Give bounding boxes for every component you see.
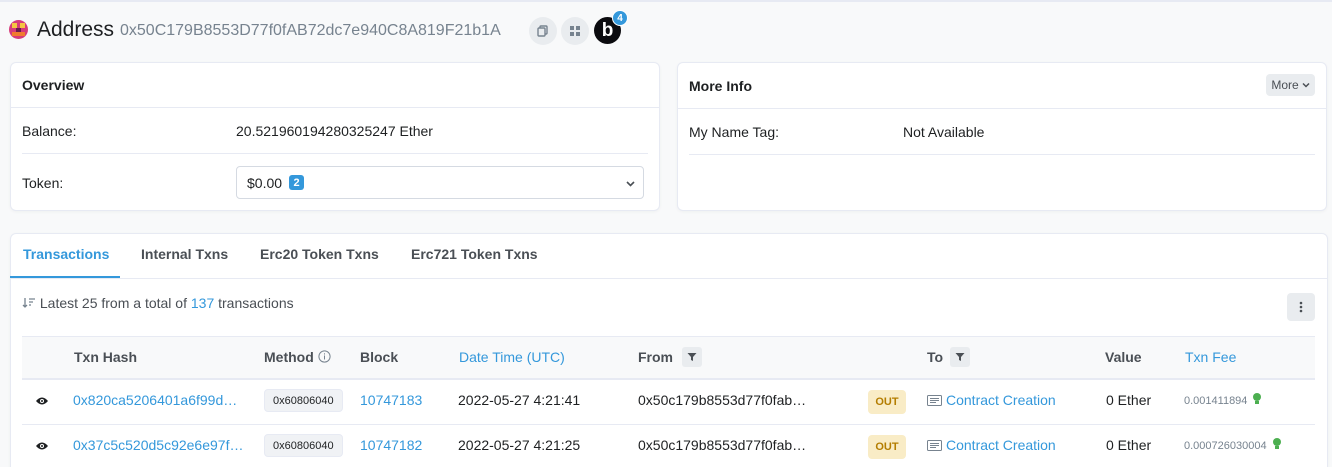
top-border (0, 0, 1332, 2)
balance-value: 20.521960194280325247 Ether (236, 123, 433, 139)
filter-icon (955, 353, 965, 361)
overview-title: Overview (22, 77, 85, 93)
transactions-summary: Latest 25 from a total of 137 transactio… (22, 295, 294, 311)
kebab-menu-icon (1299, 301, 1303, 313)
tab-erc721-token-txns[interactable]: Erc721 Token Txns (411, 246, 538, 262)
notification-count-badge: 4 (612, 10, 628, 26)
eye-icon (36, 442, 48, 450)
chevron-down-icon (626, 181, 635, 187)
token-label: Token: (22, 175, 64, 191)
tab-transactions[interactable]: Transactions (23, 246, 109, 262)
overview-row-divider (22, 153, 648, 154)
more-button-label: More (1271, 78, 1299, 92)
column-to: To (927, 349, 944, 365)
blockscan-letter: b (601, 19, 614, 41)
more-dropdown-button[interactable]: More (1266, 74, 1315, 96)
filter-icon (687, 353, 697, 361)
summary-suffix: transactions (218, 295, 294, 311)
address-avatar-icon (9, 20, 28, 39)
eye-icon (36, 397, 48, 405)
txn-value: 0 Ether (1106, 437, 1152, 453)
lightbulb-icon (1273, 438, 1281, 449)
summary-prefix: Latest 25 from a total of (39, 295, 187, 311)
sort-descending-icon (22, 298, 35, 308)
name-tag-value: Not Available (903, 124, 985, 140)
more-info-row-divider (689, 154, 1315, 155)
token-holdings-dropdown[interactable]: $0.00 2 (236, 166, 644, 199)
contract-icon (927, 395, 942, 406)
block-link[interactable]: 10747183 (360, 392, 422, 408)
txn-fee: 0.000726030004 (1184, 440, 1267, 452)
tabs-divider (11, 278, 1327, 279)
from-address: 0x50c179b8553d77f0fab… (638, 392, 807, 408)
column-block: Block (360, 349, 399, 365)
copy-address-button[interactable] (529, 17, 557, 45)
lightbulb-icon (1253, 393, 1261, 404)
block-link[interactable]: 10747182 (360, 437, 422, 453)
overview-header-divider (11, 107, 659, 108)
page-title: Address (37, 18, 115, 41)
balance-label: Balance: (22, 123, 77, 139)
qr-code-button[interactable] (561, 17, 589, 45)
row-divider (22, 424, 1315, 425)
column-txn-fee[interactable]: Txn Fee (1185, 349, 1236, 365)
from-address: 0x50c179b8553d77f0fab… (638, 437, 807, 453)
column-from: From (638, 349, 673, 365)
txn-date-time: 2022-05-27 4:21:25 (458, 437, 581, 453)
direction-out-badge: OUT (868, 435, 906, 459)
txn-value: 0 Ether (1106, 392, 1152, 408)
name-tag-label: My Name Tag: (689, 124, 779, 140)
to-filter-button[interactable] (950, 347, 970, 367)
column-method: Method (264, 349, 314, 365)
copy-icon (537, 25, 548, 37)
token-count-badge: 2 (289, 175, 304, 190)
txn-date-time: 2022-05-27 4:21:41 (458, 392, 581, 408)
column-value: Value (1105, 349, 1142, 365)
contract-creation-link[interactable]: Contract Creation (946, 392, 1056, 408)
view-txn-details-button[interactable] (29, 388, 55, 414)
method-badge: 0x60806040 (264, 389, 343, 412)
column-txn-hash: Txn Hash (74, 349, 138, 365)
txn-hash-link[interactable]: 0x820ca5206401a6f99d… (73, 392, 237, 408)
txn-hash-link[interactable]: 0x37c5c520d5c92e6e97f… (73, 437, 243, 453)
direction-out-badge: OUT (868, 390, 906, 414)
info-icon[interactable] (318, 350, 331, 363)
chevron-down-icon (1302, 82, 1310, 88)
method-badge: 0x60806040 (264, 434, 343, 457)
txn-fee: 0.001411894 (1184, 395, 1248, 407)
view-txn-details-button[interactable] (29, 433, 55, 459)
more-info-title: More Info (689, 78, 752, 94)
token-value: $0.00 (247, 175, 283, 191)
tab-internal-txns[interactable]: Internal Txns (141, 246, 228, 262)
column-date-time[interactable]: Date Time (UTC) (459, 349, 565, 365)
tab-erc20-token-txns[interactable]: Erc20 Token Txns (260, 246, 379, 262)
from-filter-button[interactable] (682, 347, 702, 367)
contract-icon (927, 440, 942, 451)
more-info-header-divider (678, 108, 1326, 109)
address-hash: 0x50C179B8553D77f0fAB72dc7e940C8A819F21b… (120, 22, 501, 39)
contract-creation-link[interactable]: Contract Creation (946, 437, 1056, 453)
table-options-button[interactable] (1287, 293, 1315, 321)
summary-count-link[interactable]: 137 (191, 295, 214, 311)
qr-code-icon (570, 26, 580, 36)
